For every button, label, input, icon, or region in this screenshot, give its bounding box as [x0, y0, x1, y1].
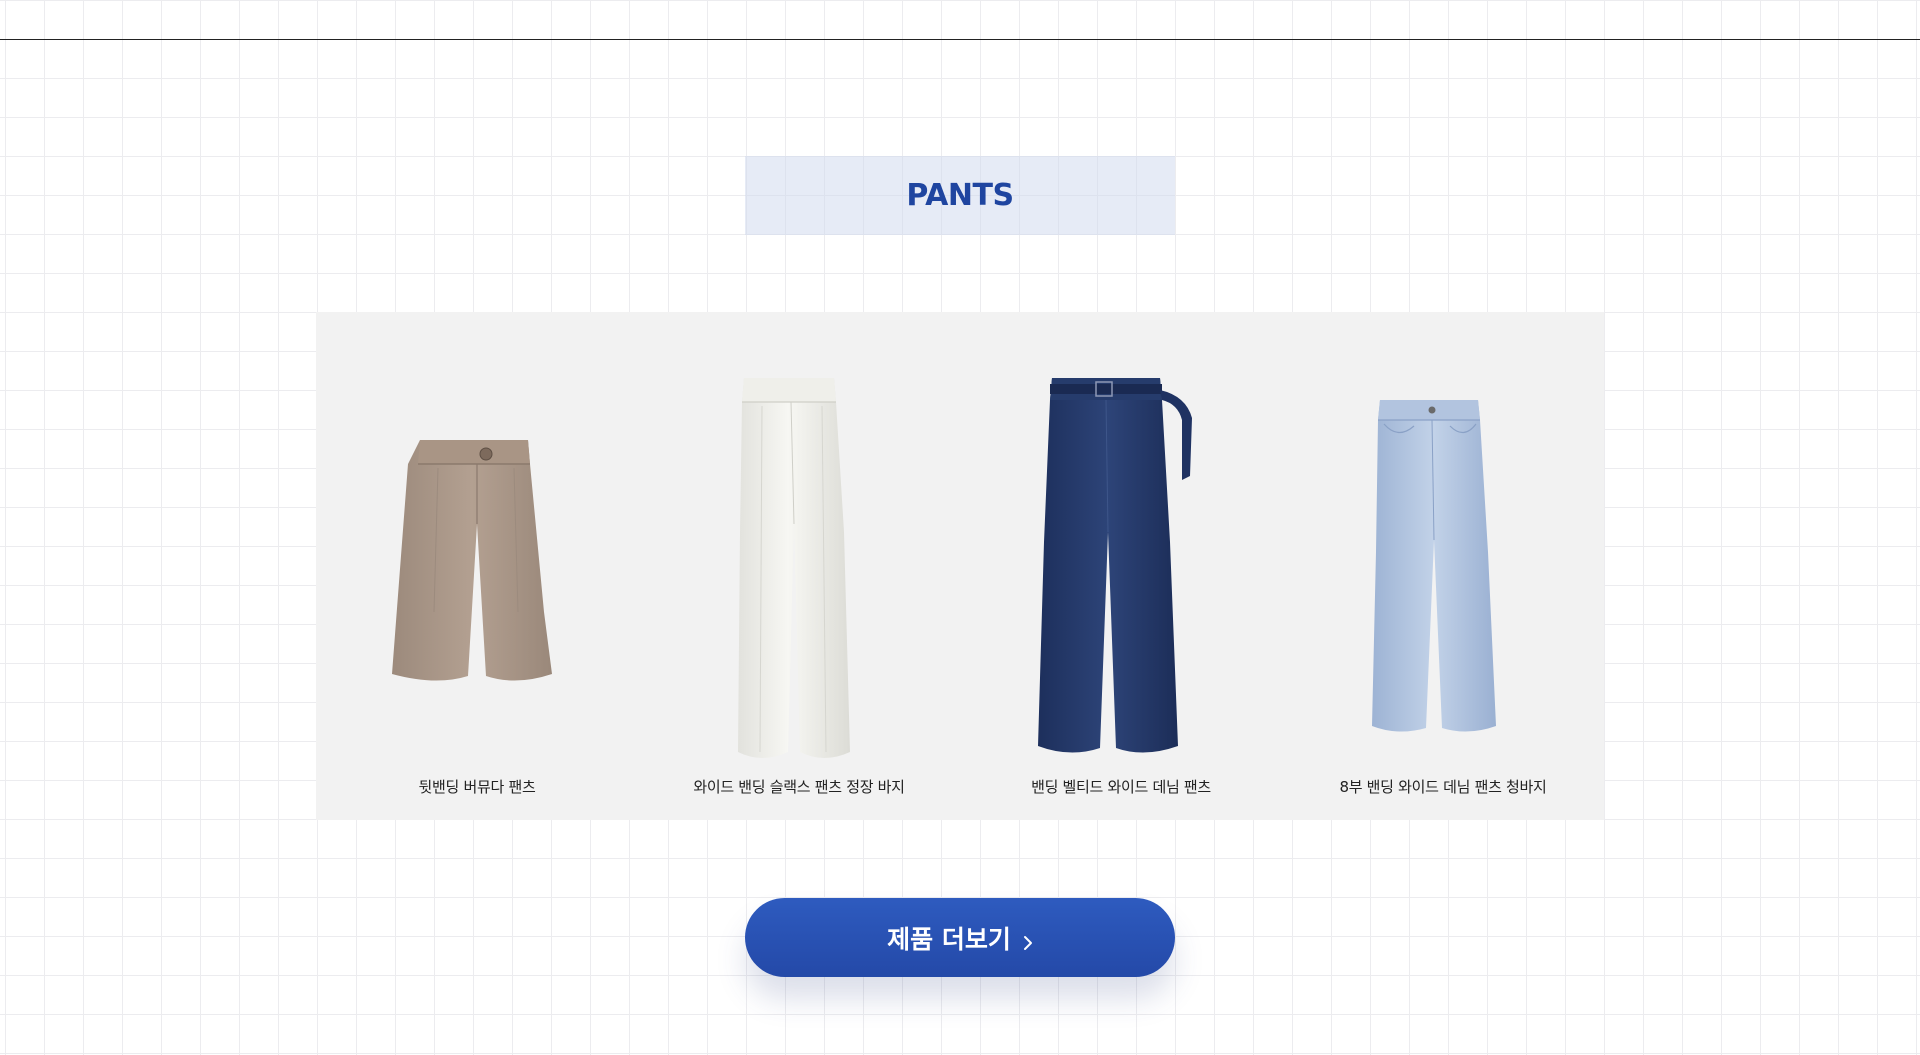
product-name[interactable]: 뒷밴딩 버뮤다 팬츠 — [316, 776, 638, 797]
dark-denim-belted-wide-pants-image — [1038, 378, 1192, 753]
chevron-right-icon — [1023, 929, 1033, 950]
product-card[interactable]: 뒷밴딩 버뮤다 팬츠 — [316, 312, 638, 820]
beige-bermuda-shorts-image — [392, 440, 552, 681]
light-denim-cropped-wide-pants-image — [1372, 400, 1496, 732]
header-divider — [0, 39, 1920, 40]
product-image[interactable] — [960, 312, 1282, 772]
product-image[interactable] — [638, 312, 960, 772]
product-name[interactable]: 와이드 밴딩 슬랙스 팬츠 정장 바지 — [638, 776, 960, 797]
product-card[interactable]: 와이드 밴딩 슬랙스 팬츠 정장 바지 — [638, 312, 960, 820]
white-wide-slacks-image — [738, 378, 850, 758]
section-title-text: PANTS — [906, 178, 1014, 213]
product-name[interactable]: 8부 밴딩 와이드 데님 팬츠 청바지 — [1282, 776, 1604, 797]
product-card[interactable]: 8부 밴딩 와이드 데님 팬츠 청바지 — [1282, 312, 1604, 820]
product-grid: 뒷밴딩 버뮤다 팬츠 와이드 밴딩 슬랙스 팬츠 정장 바지 밴딩 벨티드 와이… — [316, 312, 1604, 820]
product-image[interactable] — [316, 312, 638, 772]
section-title: PANTS — [745, 156, 1175, 235]
product-card[interactable]: 밴딩 벨티드 와이드 데님 팬츠 — [960, 312, 1282, 820]
product-name[interactable]: 밴딩 벨티드 와이드 데님 팬츠 — [960, 776, 1282, 797]
view-more-label: 제품 더보기 — [887, 924, 1011, 954]
view-more-products-button[interactable]: 제품 더보기 — [745, 898, 1175, 977]
product-image[interactable] — [1282, 312, 1604, 772]
